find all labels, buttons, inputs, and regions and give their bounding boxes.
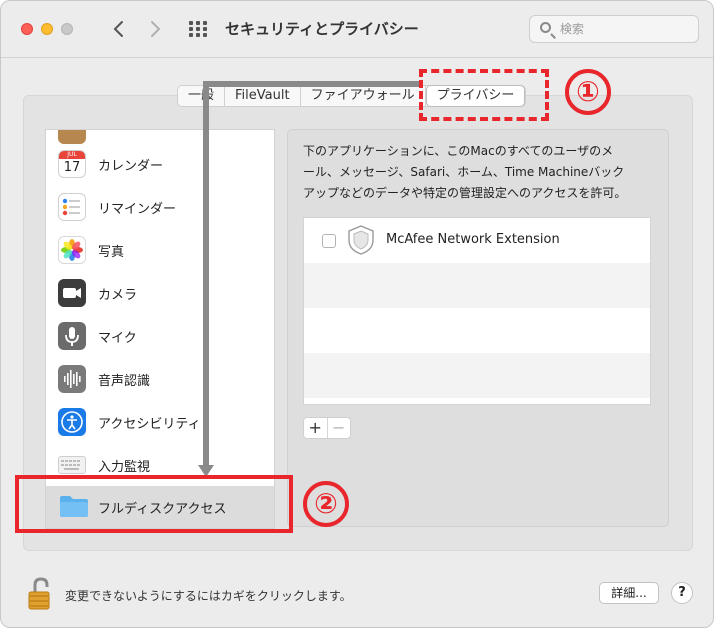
shield-icon — [346, 224, 376, 260]
annotation-arrow — [203, 81, 421, 87]
annotation-step-2: ② — [303, 481, 349, 527]
tab-filevault[interactable]: FileVault — [225, 86, 301, 106]
sidebar-item-label: リマインダー — [98, 202, 177, 217]
window-title: セキュリティとプライバシー — [225, 20, 419, 38]
sidebar-item-label: 音声認識 — [98, 374, 151, 389]
contacts-icon — [58, 130, 86, 144]
tab-general[interactable]: 一般 — [178, 86, 226, 106]
annotation-highlight-privacy-tab — [419, 69, 549, 121]
sidebar-item-label: カレンダー — [98, 159, 164, 174]
description-line: 下のアプリケーションに、このMacのすべてのユーザのメ — [303, 144, 614, 158]
sidebar-item-speech-recognition[interactable]: 音声認識 — [46, 358, 274, 401]
app-name: McAfee Network Extension — [386, 232, 560, 247]
lock-hint-text: 変更できないようにするにはカギをクリックします。 — [65, 589, 352, 603]
annotation-highlight-full-disk-access — [15, 475, 293, 533]
empty-row — [304, 263, 650, 308]
zoom-window-button[interactable] — [61, 23, 73, 35]
sidebar-item-accessibility[interactable]: アクセシビリティ — [46, 401, 274, 444]
sidebar-item-label: マイク — [98, 331, 137, 346]
show-all-grid-icon[interactable] — [189, 21, 207, 37]
sidebar-item-calendar[interactable]: JUL 17 カレンダー — [46, 143, 274, 186]
description-line: アップなどのデータや特定の管理設定へのアクセスを許可。 — [303, 186, 627, 200]
empty-row — [304, 308, 650, 353]
app-list[interactable]: McAfee Network Extension — [303, 217, 651, 405]
minimize-window-button[interactable] — [41, 23, 53, 35]
unlocked-padlock-icon — [28, 577, 50, 610]
system-preferences-window: セキュリティとプライバシー 一般 FileVault ファイアウォール プライバ… — [0, 0, 714, 628]
search-icon — [540, 22, 551, 33]
advanced-details-button[interactable]: 詳細... — [599, 582, 659, 604]
full-disk-access-description: 下のアプリケーションに、このMacのすべてのユーザのメ ール、メッセージ、Saf… — [303, 141, 663, 204]
chevron-right-icon — [151, 21, 161, 37]
speech-recognition-icon — [58, 365, 86, 393]
empty-row — [304, 353, 650, 398]
sidebar-item-label: 入力監視 — [98, 460, 151, 475]
privacy-category-list[interactable]: JUL 17 カレンダー リマインダー 写真 カメラ マイク 音声認識 アクセシ… — [45, 129, 275, 529]
sidebar-item-label: 写真 — [98, 245, 125, 260]
calendar-icon: JUL 17 — [58, 150, 86, 178]
annotation-arrow — [203, 81, 209, 471]
forward-button[interactable] — [143, 15, 169, 43]
sidebar-item-photos[interactable]: 写真 — [46, 229, 274, 272]
back-button[interactable] — [105, 15, 131, 43]
reminders-icon — [58, 193, 86, 221]
description-line: ール、メッセージ、Safari、ホーム、Time Machineバック — [303, 165, 625, 179]
sidebar-item-label: カメラ — [98, 288, 138, 303]
camera-icon — [58, 279, 86, 307]
add-app-button[interactable]: + — [304, 418, 327, 438]
search-input[interactable] — [560, 20, 690, 38]
app-row[interactable]: McAfee Network Extension — [304, 218, 650, 263]
remove-app-button[interactable]: − — [326, 418, 351, 438]
photos-icon — [58, 236, 86, 264]
chevron-left-icon — [113, 21, 123, 37]
keyboard-icon — [58, 456, 86, 474]
close-window-button[interactable] — [21, 23, 33, 35]
accessibility-icon — [58, 408, 86, 436]
annotation-step-1: ① — [565, 69, 611, 115]
sidebar-item-camera[interactable]: カメラ — [46, 272, 274, 315]
title-bar: セキュリティとプライバシー — [1, 1, 713, 58]
sidebar-item-microphone[interactable]: マイク — [46, 315, 274, 358]
app-enable-checkbox[interactable] — [322, 234, 336, 248]
sidebar-item-label: アクセシビリティ — [98, 417, 201, 432]
lock-button[interactable] — [25, 577, 57, 610]
search-box[interactable] — [529, 15, 699, 43]
sidebar-item-reminders[interactable]: リマインダー — [46, 186, 274, 229]
microphone-icon — [58, 322, 86, 350]
tab-firewall[interactable]: ファイアウォール — [301, 86, 426, 106]
help-button[interactable]: ? — [671, 582, 693, 604]
add-remove-control: + − — [303, 417, 351, 439]
